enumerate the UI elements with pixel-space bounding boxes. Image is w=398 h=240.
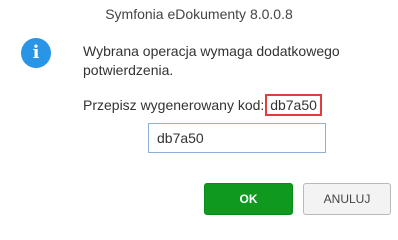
dialog-title: Symfonia eDokumenty 8.0.0.8: [105, 6, 293, 22]
code-prompt-row: Przepisz wygenerowany kod: db7a50: [83, 94, 325, 116]
ok-button[interactable]: OK: [204, 183, 293, 215]
info-icon: i: [21, 38, 51, 68]
generated-code: db7a50: [265, 94, 322, 116]
confirmation-dialog: Symfonia eDokumenty 8.0.0.8 i Wybrana op…: [0, 0, 398, 220]
cancel-button[interactable]: ANULUJ: [303, 183, 391, 215]
code-input[interactable]: [148, 123, 326, 153]
code-prompt-label: Przepisz wygenerowany kod:: [83, 97, 265, 113]
message-text: Wybrana operacja wymaga dodatkowego potw…: [83, 43, 340, 78]
dialog-titlebar: Symfonia eDokumenty 8.0.0.8: [0, 0, 398, 30]
